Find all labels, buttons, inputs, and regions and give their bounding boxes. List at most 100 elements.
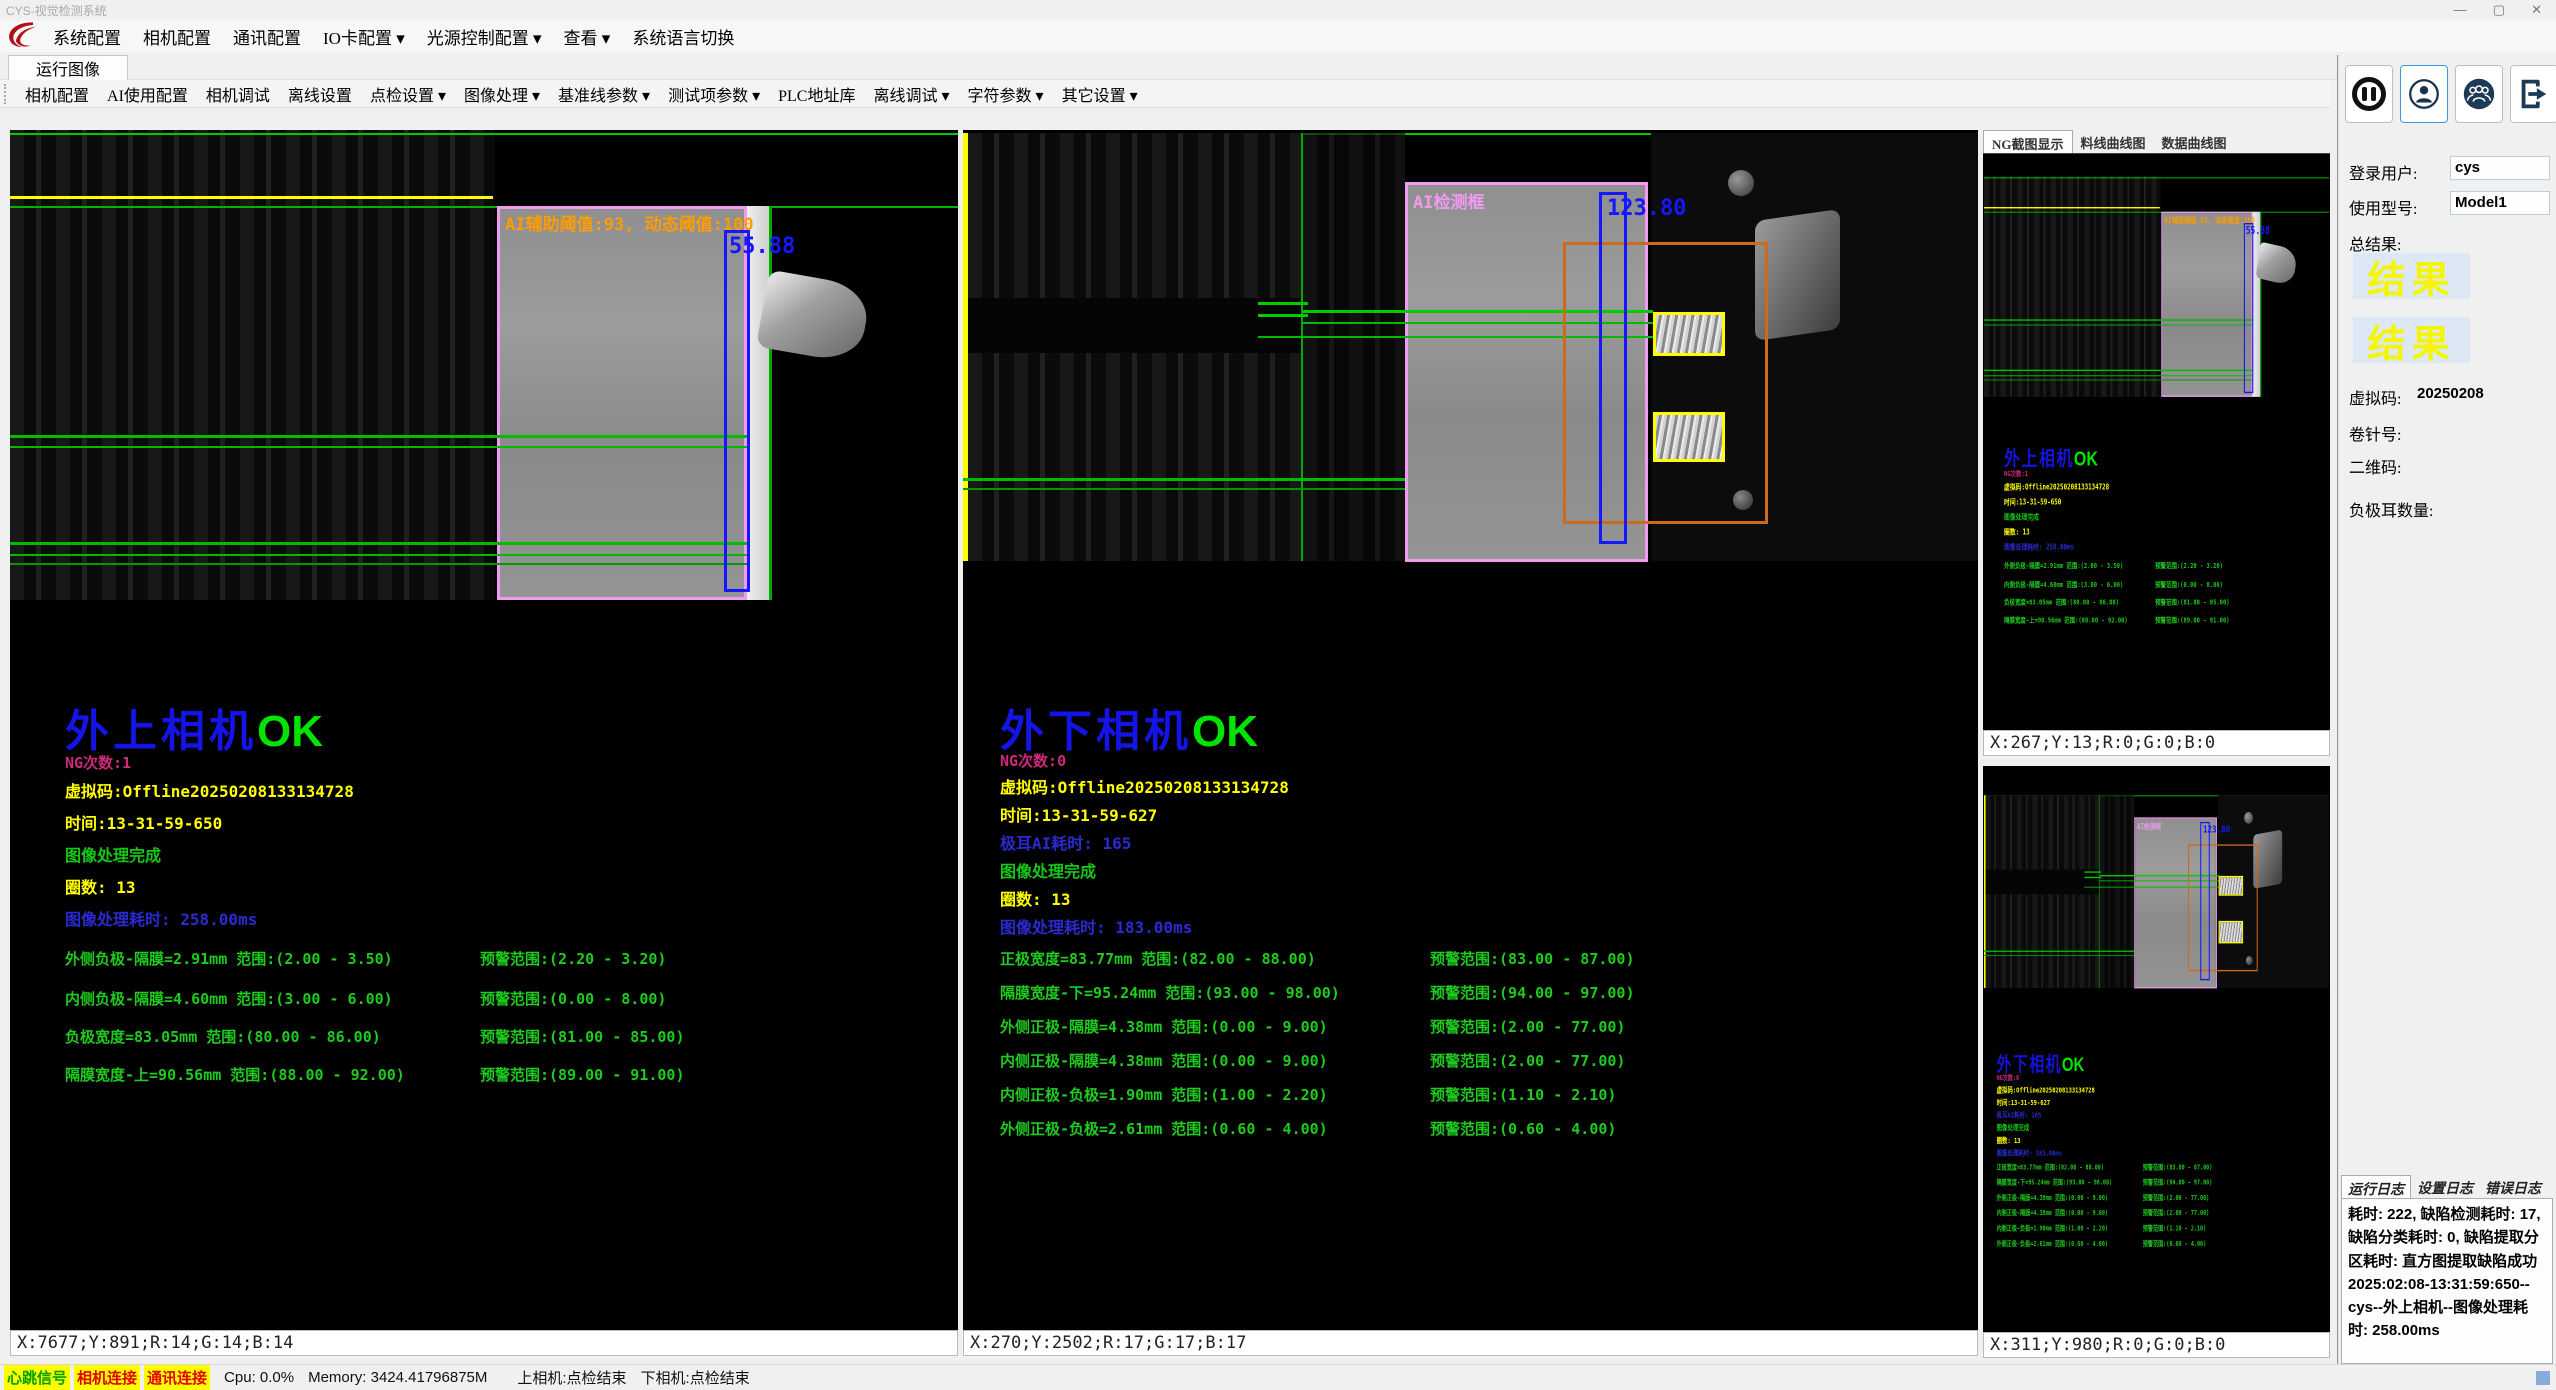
guide-line-green [10, 206, 958, 208]
camera1-gauge-value: 55.88 [729, 234, 795, 259]
tool-plc-address-lib[interactable]: PLC地址库 [769, 82, 864, 106]
warn-range: 预警范围:(1.10 - 2.10) [2143, 1223, 2206, 1232]
login-user-label: 登录用户: [2349, 160, 2417, 184]
camera2-detect-rect-orange [2188, 844, 2258, 971]
camera1-virtual-code: 虚拟码:Offline20250208133134728 [2004, 481, 2109, 492]
gripper-arm [2256, 242, 2298, 287]
qr-code-label: 二维码: [2349, 454, 2401, 478]
warn-range: 预警范围:(2.00 - 77.00) [2143, 1193, 2209, 1202]
measure-value: 正极宽度=83.77mm 范围:(82.00 - 88.00) [1997, 1163, 2104, 1171]
camera2-ok-flag: OK [1192, 707, 1258, 756]
tool-offline-setting[interactable]: 离线设置 [279, 82, 361, 106]
measure-value: 内侧正极-隔膜=4.38mm 范围:(0.00 - 9.00) [1000, 1052, 1328, 1070]
bolt-head [2244, 812, 2253, 824]
tool-spot-check-setting[interactable]: 点检设置 ▾ [361, 82, 455, 106]
tool-offline-debug[interactable]: 离线调试 ▾ [864, 82, 958, 106]
user-group-button[interactable] [2455, 65, 2503, 123]
tab-material-curve[interactable]: 料线曲线图 [2073, 130, 2154, 153]
menu-light-control-config[interactable]: 光源控制配置 ▾ [416, 24, 553, 49]
control-button-row [2345, 65, 2556, 123]
measure-line [2084, 871, 2101, 872]
camera2-measure-row: 隔膜宽度-下=95.24mm 范围:(93.00 - 98.00)预警范围:(9… [1997, 1177, 2317, 1186]
tool-other-settings[interactable]: 其它设置 ▾ [1053, 82, 1147, 106]
menu-io-card-config[interactable]: IO卡配置 ▾ [312, 24, 416, 49]
virtual-code-value: 20250208 [2417, 385, 2484, 402]
lower-camera-status-text: 下相机:点检结束 [641, 1367, 750, 1388]
tool-test-item-params[interactable]: 测试项参数 ▾ [659, 82, 769, 106]
tab-setting-log[interactable]: 设置日志 [2411, 1175, 2479, 1198]
tool-camera-debug[interactable]: 相机调试 [197, 82, 279, 106]
camera1-measure-row: 负极宽度=83.05mm 范围:(80.00 - 86.00)预警范围:(81.… [2004, 597, 2317, 607]
run-log-text[interactable]: 耗时: 222, 缺陷检测耗时: 17, 缺陷分类耗时: 0, 缺陷提取分区耗时… [2341, 1198, 2553, 1364]
tool-camera-config[interactable]: 相机配置 [16, 82, 98, 106]
camera2-pixel-coord-bar: X:270;Y:2502;R:17;G:17;B:17 [963, 1330, 1978, 1356]
tool-baseline-params[interactable]: 基准线参数 ▾ [549, 82, 659, 106]
menu-language-switch[interactable]: 系统语言切换 [621, 24, 745, 49]
camera1-turn-count: 圈数: 13 [2004, 526, 2030, 537]
menu-system-config[interactable]: 系统配置 [42, 24, 132, 49]
window-title: CYS-视觉检测系统 [0, 2, 107, 19]
camera2-ng-count: NG次数:0 [1000, 750, 1066, 771]
login-user-value[interactable]: cys [2450, 156, 2550, 180]
measure-line [963, 478, 1405, 481]
tab-ng-screenshot[interactable]: NG截图显示 [1983, 130, 2073, 153]
warn-range: 预警范围:(2.00 - 77.00) [1430, 1050, 1625, 1071]
ng-preview-bottom: AI检测框 123.80 外下相机OK NG次数:0 虚拟码:Offline20… [1983, 766, 2330, 1332]
heartbeat-status-badge: 心跳信号 [4, 1365, 70, 1390]
winding-needle-label: 卷针号: [2349, 421, 2401, 445]
warn-range: 预警范围:(83.00 - 87.00) [1430, 948, 1635, 969]
camera2-tab-rect-yellow [2219, 921, 2243, 944]
tab-error-log[interactable]: 错误日志 [2479, 1175, 2547, 1198]
warn-range: 预警范围:(89.00 - 91.00) [480, 1064, 685, 1085]
menu-comm-config[interactable]: 通讯配置 [222, 24, 312, 49]
guide-line-green-top [1984, 177, 2329, 178]
user-button[interactable] [2400, 65, 2448, 123]
tool-image-processing[interactable]: 图像处理 ▾ [455, 82, 549, 106]
menu-view[interactable]: 查看 ▾ [553, 24, 622, 49]
tab-run-log[interactable]: 运行日志 [2341, 1175, 2411, 1198]
camera1-name: 外上相机 [65, 707, 257, 756]
measure-line [2084, 877, 2101, 878]
model-value[interactable]: Model1 [2450, 191, 2550, 215]
resize-grip[interactable] [2536, 1371, 2550, 1385]
tool-ai-usage-config[interactable]: AI使用配置 [98, 82, 197, 106]
camera1-measure-rect-blue [724, 230, 750, 592]
camera1-film-texture [1984, 176, 2161, 397]
measure-value: 内侧正极-负极=1.90mm 范围:(1.00 - 2.20) [1997, 1224, 2108, 1232]
maximize-button[interactable]: ▢ [2493, 2, 2505, 18]
toolbar-grip[interactable] [4, 84, 10, 104]
camera1-view[interactable]: AI辅助阈值:93, 动态阈值:100 55.88 外上相机OK NG次数:1 … [10, 130, 958, 1330]
camera1-pixel-coord-bar: X:7677;Y:891;R:14;G:14;B:14 [10, 1330, 958, 1356]
minimize-button[interactable]: — [2454, 2, 2467, 18]
camera1-measure-row: 内侧负极-隔膜=4.60mm 范围:(3.00 - 6.00)预警范围:(0.0… [65, 988, 925, 1009]
guide-line-green [1984, 212, 2329, 213]
tab-data-curve[interactable]: 数据曲线图 [2154, 130, 2235, 153]
measure-value: 正极宽度=83.77mm 范围:(82.00 - 88.00) [1000, 950, 1316, 968]
camera2-tab-rect-yellow [2219, 876, 2243, 896]
camera2-view: AI检测框 123.80 外下相机OK NG次数:0 虚拟码:Offline20… [1984, 794, 2329, 1332]
tab-run-image[interactable]: 运行图像 [8, 55, 128, 80]
warn-range: 预警范围:(94.00 - 97.00) [1430, 982, 1635, 1003]
camera1-ok-flag: OK [2074, 447, 2098, 470]
menu-camera-config[interactable]: 相机配置 [132, 24, 222, 49]
guide-line-yellow [1984, 207, 2160, 208]
tool-char-params[interactable]: 字符参数 ▾ [959, 82, 1053, 106]
camera1-measure-row: 负极宽度=83.05mm 范围:(80.00 - 86.00)预警范围:(81.… [65, 1026, 925, 1047]
app-logo-icon [0, 20, 42, 52]
camera2-ng-count: NG次数:0 [1997, 1073, 2019, 1082]
camera2-view[interactable]: AI检测框 123.80 外下相机OK NG次数:0 虚拟码:Offline20… [963, 130, 1978, 1330]
measure-line [1984, 325, 2252, 326]
camera1-measure-row: 外侧负极-隔膜=2.91mm 范围:(2.00 - 3.50)预警范围:(2.2… [2004, 560, 2317, 570]
preview-bottom-coord-bar: X:311;Y:980;R:0;G:0;B:0 [1983, 1332, 2330, 1358]
camera2-panel: AI检测框 123.80 外下相机OK NG次数:0 虚拟码:Offline20… [963, 130, 1978, 1356]
warn-range: 预警范围:(0.00 - 8.00) [480, 988, 666, 1009]
warn-range: 预警范围:(2.00 - 77.00) [1430, 1016, 1625, 1037]
warn-range: 预警范围:(83.00 - 87.00) [2143, 1162, 2213, 1171]
title-bar: CYS-视觉检测系统 — ▢ ✕ [0, 0, 2556, 20]
camera1-view: AI辅助阈值:93, 动态阈值:100 55.88 外上相机OK NG次数:1 … [1984, 176, 2329, 730]
close-button[interactable]: ✕ [2531, 2, 2542, 18]
camera2-measure-row: 正极宽度=83.77mm 范围:(82.00 - 88.00) 预警范围:(83.… [1000, 948, 1940, 969]
logout-button[interactable] [2510, 65, 2556, 123]
gripper-arm [756, 270, 872, 365]
pause-button[interactable] [2345, 65, 2393, 123]
